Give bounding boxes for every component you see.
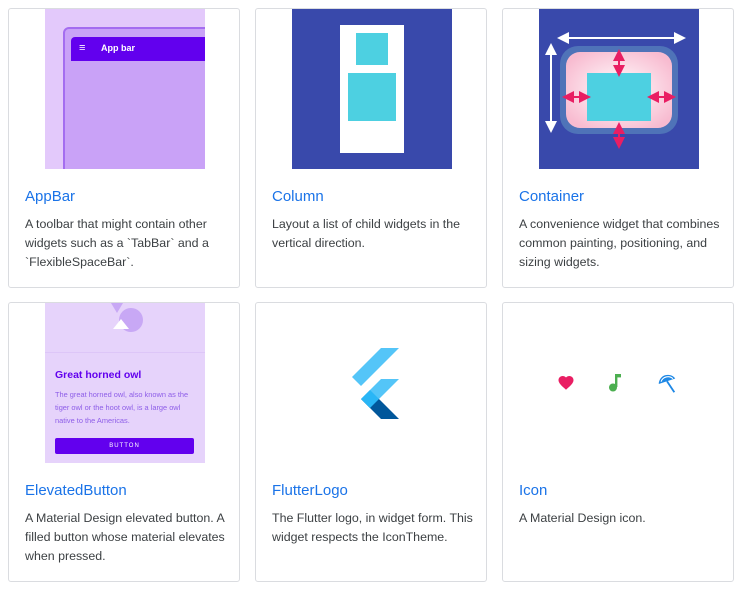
card-description: A convenience widget that combines commo…: [519, 217, 720, 269]
card-description: The Flutter logo, in widget form. This w…: [272, 511, 473, 544]
sample-button-label: BUTTON: [109, 443, 140, 449]
card-title[interactable]: FlutterLogo: [272, 482, 348, 499]
elevatedbutton-preview-image: Great horned owl The great horned owl, a…: [45, 303, 205, 463]
widget-card-container[interactable]: Container A convenience widget that comb…: [502, 8, 734, 288]
flutter-logo-icon: [292, 303, 452, 463]
app-bar-sample: ≡ App bar: [71, 37, 205, 61]
umbrella-icon: [658, 374, 676, 393]
card-description: A Material Design icon.: [519, 511, 646, 525]
widget-card-appbar[interactable]: ≡ App bar AppBar A toolbar that might co…: [8, 8, 240, 288]
appbar-preview-image: ≡ App bar: [45, 9, 205, 169]
container-preview-image: [539, 9, 699, 169]
card-description: A Material Design elevated button. A fil…: [25, 511, 225, 563]
widget-card-icon[interactable]: Icon A Material Design icon.: [502, 302, 734, 582]
widget-card-flutterlogo[interactable]: FlutterLogo The Flutter logo, in widget …: [255, 302, 487, 582]
card-title[interactable]: Column: [272, 188, 324, 205]
widget-card-column[interactable]: Column Layout a list of child widgets in…: [255, 8, 487, 288]
card-description: A toolbar that might contain other widge…: [25, 217, 209, 269]
menu-icon: ≡: [79, 42, 86, 54]
heart-icon: [558, 375, 574, 390]
card-title[interactable]: ElevatedButton: [25, 482, 127, 499]
column-preview-image: [292, 9, 452, 169]
card-title[interactable]: AppBar: [25, 188, 75, 205]
sample-card-heading: Great horned owl: [55, 369, 142, 381]
card-title[interactable]: Container: [519, 188, 584, 205]
icon-preview-image: [539, 303, 699, 463]
music-note-icon: [609, 374, 621, 392]
sample-elevated-button: BUTTON: [55, 438, 194, 454]
sample-card-body: The great horned owl, also known as the …: [55, 390, 189, 425]
widget-card-elevatedbutton[interactable]: Great horned owl The great horned owl, a…: [8, 302, 240, 582]
card-description: Layout a list of child widgets in the ve…: [272, 217, 461, 250]
app-bar-sample-title: App bar: [101, 43, 136, 53]
card-title[interactable]: Icon: [519, 482, 547, 499]
